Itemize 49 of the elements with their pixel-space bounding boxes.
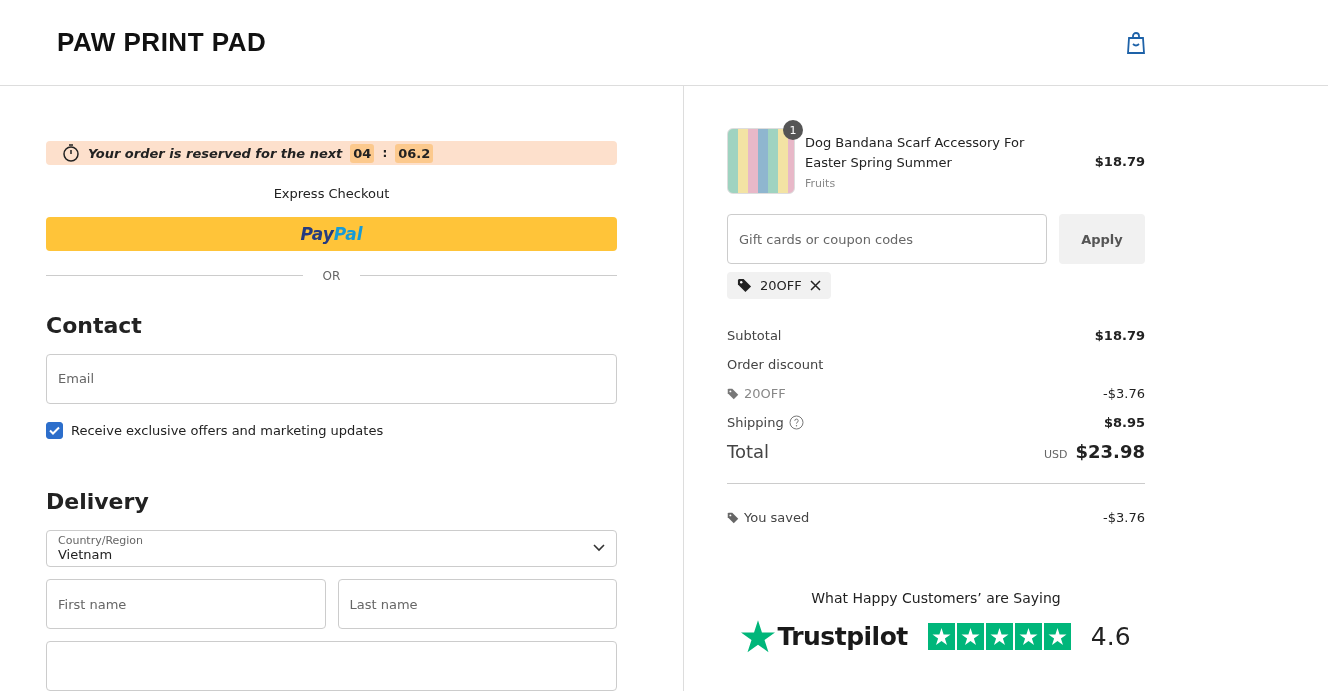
marketing-label: Receive exclusive offers and marketing updates xyxy=(71,422,384,438)
order-discount-label: Order discount xyxy=(727,357,824,372)
first-name-field[interactable]: First name xyxy=(46,579,326,629)
product-name: Dog Bandana Scarf Accessory For Easter Spring Summer xyxy=(805,133,1026,172)
last-name-field[interactable]: Last name xyxy=(337,579,617,629)
shipping-value: $8.95 xyxy=(1103,415,1145,430)
tag-icon xyxy=(727,511,739,524)
stopwatch-icon xyxy=(62,144,80,163)
reviews-heading: What Happy Customers’ are Saying xyxy=(811,590,1061,606)
delivery-heading: Delivery xyxy=(46,488,150,514)
subtotal-label: Subtotal xyxy=(727,328,782,343)
or-divider-text: OR xyxy=(322,268,341,283)
timer-minutes: 04 xyxy=(350,143,375,163)
total-label: Total xyxy=(727,441,770,462)
product-price: $18.79 xyxy=(1094,153,1145,169)
help-icon[interactable] xyxy=(788,415,804,430)
star-icon xyxy=(741,620,776,653)
tag-icon xyxy=(727,387,739,400)
discount-code: 20OFF xyxy=(744,386,786,401)
timer-seconds: 06.2 xyxy=(395,143,434,163)
product-variant: Fruits xyxy=(805,176,837,190)
rating-score: 4.6 xyxy=(1090,622,1131,651)
address-field[interactable] xyxy=(46,641,617,691)
express-checkout-title: Express Checkout xyxy=(272,186,391,202)
checkbox[interactable] xyxy=(46,421,63,439)
email-field[interactable]: Email xyxy=(46,353,617,404)
coupon-code: 20OFF xyxy=(760,278,802,293)
reservation-text: Your order is reserved for the next xyxy=(88,145,343,161)
apply-button[interactable]: Apply xyxy=(1059,214,1145,264)
quantity-badge: 1 xyxy=(783,120,803,140)
country-select[interactable]: Country/Region Vietnam xyxy=(46,529,617,567)
saved-value: -$3.76 xyxy=(1103,510,1145,525)
trustpilot-wordmark: Trustpilot xyxy=(777,622,908,651)
subtotal-value: $18.79 xyxy=(1094,328,1145,343)
store-logo[interactable]: PAW PRINT PAD xyxy=(57,27,267,58)
timer-separator: : xyxy=(382,146,388,161)
tag-icon xyxy=(737,278,752,293)
saved-label: You saved xyxy=(744,510,810,525)
discount-value: -$3.76 xyxy=(1103,386,1145,401)
contact-heading: Contact xyxy=(46,312,143,338)
paypal-button[interactable]: PayPal xyxy=(46,217,617,251)
currency-code: USD xyxy=(1044,448,1068,461)
shopping-bag-icon[interactable] xyxy=(1126,30,1146,55)
checkmark-icon xyxy=(49,425,60,435)
coupon-field[interactable]: Gift cards or coupon codes xyxy=(727,214,1047,264)
total-value: $23.98 xyxy=(1075,441,1145,462)
chevron-down-icon xyxy=(593,544,605,553)
shipping-label: Shipping xyxy=(727,415,784,430)
close-icon[interactable] xyxy=(809,280,821,291)
